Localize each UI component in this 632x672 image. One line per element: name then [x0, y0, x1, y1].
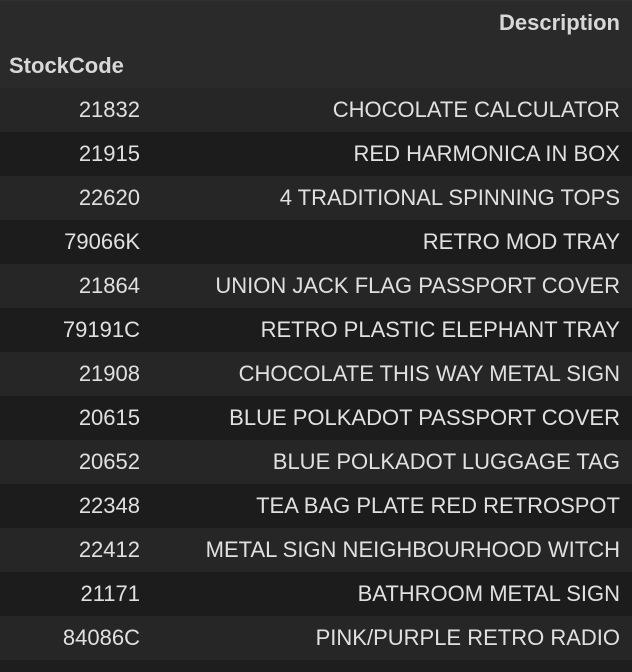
description-cell: BATHROOM METAL SIGN: [357, 581, 620, 606]
stockcode-cell: 20652: [78, 449, 140, 474]
table-row[interactable]: 21908 CHOCOLATE THIS WAY METAL SIGN: [0, 352, 632, 396]
description-cell: BLUE POLKADOT PASSPORT COVER: [229, 405, 620, 430]
description-cell: CHOCOLATE THIS WAY METAL SIGN: [238, 361, 620, 386]
description-cell: 4 TRADITIONAL SPINNING TOPS: [279, 185, 620, 210]
table-row[interactable]: 22348 TEA BAG PLATE RED RETROSPOT: [0, 484, 632, 528]
table-row[interactable]: 20652 BLUE POLKADOT LUGGAGE TAG: [0, 440, 632, 484]
description-cell: RETRO MOD TRAY: [422, 229, 620, 254]
table-row[interactable]: 21832 CHOCOLATE CALCULATOR: [0, 88, 632, 132]
table-row[interactable]: 84086C PINK/PURPLE RETRO RADIO: [0, 616, 632, 660]
column-header-row: Description: [0, 0, 632, 44]
description-cell: UNION JACK FLAG PASSPORT COVER: [215, 273, 620, 298]
description-cell: RETRO PLASTIC ELEPHANT TRAY: [260, 317, 620, 342]
dataframe-table: Description StockCode 21832 CHOCOLATE CA…: [0, 0, 632, 672]
stockcode-cell: 22348: [78, 493, 140, 518]
index-header-stockcode[interactable]: StockCode: [0, 53, 124, 79]
description-cell: RED HARMONICA IN BOX: [353, 141, 620, 166]
stockcode-cell: 22620: [78, 185, 140, 210]
table-row[interactable]: 20615 BLUE POLKADOT PASSPORT COVER: [0, 396, 632, 440]
table-row[interactable]: 79191C RETRO PLASTIC ELEPHANT TRAY: [0, 308, 632, 352]
description-cell: CHOCOLATE CALCULATOR: [332, 97, 620, 122]
stockcode-cell: 21915: [78, 141, 140, 166]
stockcode-cell: 79191C: [62, 317, 140, 342]
stockcode-cell: 20615: [78, 405, 140, 430]
stockcode-cell: 84086C: [62, 625, 140, 650]
stockcode-cell: 21864: [78, 273, 140, 298]
description-cell: TEA BAG PLATE RED RETROSPOT: [256, 493, 620, 518]
stockcode-cell: 22412: [78, 537, 140, 562]
description-cell: METAL SIGN NEIGHBOURHOOD WITCH: [205, 537, 620, 562]
stockcode-cell: 21832: [78, 97, 140, 122]
table-row[interactable]: 21864 UNION JACK FLAG PASSPORT COVER: [0, 264, 632, 308]
table-row[interactable]: 22620 4 TRADITIONAL SPINNING TOPS: [0, 176, 632, 220]
stockcode-cell: 21908: [78, 361, 140, 386]
description-cell: PINK/PURPLE RETRO RADIO: [315, 625, 620, 650]
stockcode-cell: 21171: [80, 581, 140, 606]
table-row[interactable]: 79066K RETRO MOD TRAY: [0, 220, 632, 264]
table-row[interactable]: 21915 RED HARMONICA IN BOX: [0, 132, 632, 176]
table-row[interactable]: 22412 METAL SIGN NEIGHBOURHOOD WITCH: [0, 528, 632, 572]
table-body: 21832 CHOCOLATE CALCULATOR 21915 RED HAR…: [0, 88, 632, 660]
description-cell: BLUE POLKADOT LUGGAGE TAG: [272, 449, 620, 474]
stockcode-cell: 79066K: [64, 229, 140, 254]
column-header-description[interactable]: Description: [499, 10, 632, 36]
table-row[interactable]: 21171 BATHROOM METAL SIGN: [0, 572, 632, 616]
index-header-row: StockCode: [0, 44, 632, 88]
